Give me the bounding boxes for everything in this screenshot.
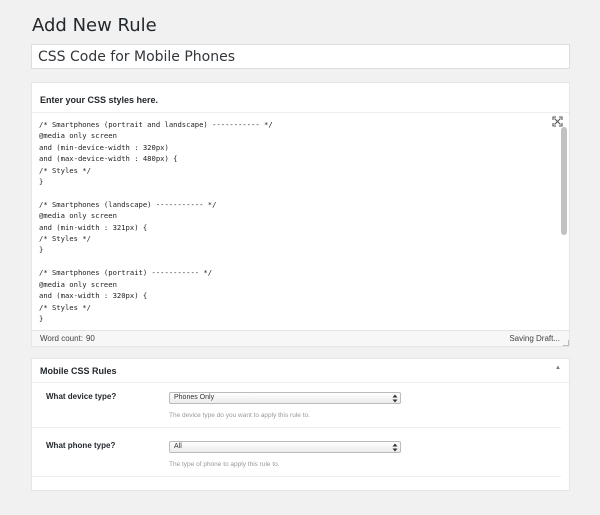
css-code-editor[interactable]: /* Smartphones (portrait and landscape) … [33,114,568,330]
phone-type-row: What phone type? All The type of phone t… [32,433,561,477]
css-editor-panel: Enter your CSS styles here. /* Smartphon… [31,82,570,347]
word-count-label: Word count: [40,334,83,343]
phone-type-description: The type of phone to apply this rule to. [169,461,280,468]
select-arrows-icon [392,394,398,403]
scrollbar-thumb[interactable] [561,127,567,235]
editor-scrollbar[interactable] [561,127,567,327]
device-type-label: What device type? [46,392,117,401]
save-status: Saving Draft... [509,334,560,343]
word-count-value: 90 [85,334,95,343]
editor-heading: Enter your CSS styles here. [40,95,159,105]
device-type-select[interactable]: Phones Only [169,392,401,404]
css-code-text[interactable]: /* Smartphones (portrait and landscape) … [39,119,273,324]
word-count: Word count: 90 [40,334,95,343]
phone-type-select[interactable]: All [169,441,401,453]
device-type-selected: Phones Only [174,394,215,401]
phone-type-selected: All [174,443,182,450]
fullscreen-icon[interactable] [552,116,563,127]
phone-type-label: What phone type? [46,441,116,450]
device-type-row: What device type? Phones Only The device… [32,384,561,428]
mobile-css-rules-box: Mobile CSS Rules ▲ What device type? Pho… [31,358,570,491]
device-type-description: The device type do you want to apply thi… [169,412,310,419]
editor-status-bar: Word count: 90 Saving Draft... [32,330,569,346]
page-title: Add New Rule [32,15,157,36]
rule-title-input[interactable] [31,44,570,69]
collapse-arrow-icon[interactable]: ▲ [555,365,561,371]
resize-handle[interactable] [563,340,569,346]
metabox-header[interactable]: Mobile CSS Rules ▲ [32,359,569,383]
editor-divider [32,112,569,113]
metabox-title: Mobile CSS Rules [40,366,117,376]
select-arrows-icon [392,443,398,452]
